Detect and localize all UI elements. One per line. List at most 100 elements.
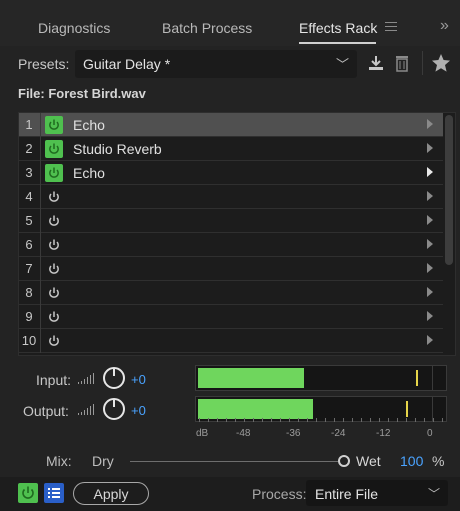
rack-slot[interactable]: 3 Echo (19, 161, 443, 185)
slot-power-button[interactable] (45, 236, 63, 254)
rack-slot[interactable]: 8 (19, 281, 443, 305)
output-gain-knob[interactable] (102, 397, 126, 424)
slot-power-button[interactable] (45, 116, 63, 134)
scale-tick (226, 418, 227, 422)
slot-divider (40, 329, 41, 353)
slot-power-button[interactable] (45, 332, 63, 350)
favorite-star-icon[interactable] (431, 53, 451, 76)
slot-expand-arrow-icon[interactable] (427, 143, 433, 153)
slot-power-button[interactable] (45, 260, 63, 278)
rack-slot[interactable]: 5 (19, 209, 443, 233)
scale-tick (379, 418, 380, 422)
output-level-bars-icon (77, 401, 99, 420)
output-gain-value[interactable]: +0 (131, 403, 146, 418)
slot-number: 10 (21, 333, 37, 348)
scale-tick (352, 418, 353, 422)
mix-slider-handle[interactable] (338, 455, 350, 467)
mix-dry-label: Dry (92, 453, 114, 469)
slot-divider (40, 305, 41, 329)
tab-diagnostics[interactable]: Diagnostics (38, 20, 110, 36)
slot-divider (40, 257, 41, 281)
rack-slot[interactable]: 7 (19, 257, 443, 281)
slot-expand-arrow-icon[interactable] (427, 167, 433, 177)
rack-slot[interactable]: 2 Studio Reverb (19, 137, 443, 161)
slot-expand-arrow-icon[interactable] (427, 263, 433, 273)
output-label: Output: (23, 403, 69, 419)
presets-label: Presets: (18, 56, 70, 72)
effects-rack-list: 1 Echo 2 Studio Reverb 3 Echo 4 5 6 7 8 9 10 (18, 112, 456, 356)
scale-tick (217, 418, 218, 422)
tab-batch-process[interactable]: Batch Process (162, 20, 252, 36)
scale-tick (307, 418, 308, 422)
slot-expand-arrow-icon[interactable] (427, 215, 433, 225)
chevron-down-icon: ﹀ (335, 57, 349, 72)
slot-expand-arrow-icon[interactable] (427, 239, 433, 249)
scale-label-minus36: -36 (286, 428, 301, 439)
input-peak-indicator (416, 370, 418, 386)
tab-overflow-icon[interactable]: » (440, 17, 449, 35)
process-value: Entire File (315, 486, 379, 502)
slot-number: 7 (25, 261, 33, 276)
slot-expand-arrow-icon[interactable] (427, 335, 433, 345)
slot-divider (40, 113, 41, 137)
power-icon (49, 215, 59, 226)
rack-slot[interactable]: 4 (19, 185, 443, 209)
rack-slot[interactable]: 10 (19, 329, 443, 353)
output-meter (195, 396, 447, 422)
file-name: File: Forest Bird.wav (18, 86, 146, 101)
presets-dropdown[interactable]: Guitar Delay * ﹀ (75, 50, 357, 78)
slot-power-button[interactable] (45, 212, 63, 230)
tab-effects-rack[interactable]: Effects Rack (299, 20, 377, 36)
output-peak-indicator (406, 401, 408, 417)
rack-scrollbar[interactable] (445, 115, 453, 265)
mix-percent-value[interactable]: 100 (400, 453, 423, 469)
master-power-button[interactable] (18, 483, 38, 503)
rack-slot[interactable]: 9 (19, 305, 443, 329)
scale-label-minus48: -48 (236, 428, 251, 439)
scale-tick (406, 418, 407, 422)
rack-slot[interactable]: 1 Echo (19, 113, 443, 137)
slot-divider (40, 161, 41, 185)
footer-bar: Apply Process: Entire File ﹀ (0, 477, 460, 511)
output-meter-fill (198, 399, 313, 419)
input-label: Input: (36, 372, 72, 388)
presets-value: Guitar Delay * (83, 56, 171, 72)
power-icon (49, 191, 59, 202)
list-icon (48, 488, 60, 498)
slot-power-button[interactable] (45, 284, 63, 302)
slot-power-button[interactable] (45, 188, 63, 206)
input-level-bars-icon (77, 370, 99, 389)
process-dropdown[interactable]: Entire File ﹀ (306, 480, 448, 506)
scale-tick (235, 418, 236, 422)
input-gain-value[interactable]: +0 (131, 372, 146, 387)
slot-effect-name: Echo (73, 165, 105, 181)
scale-tick (244, 418, 245, 422)
mix-slider-track[interactable] (130, 461, 338, 462)
slot-expand-arrow-icon[interactable] (427, 287, 433, 297)
slot-number: 3 (25, 165, 33, 180)
scale-tick (433, 418, 434, 422)
chevron-down-icon: ﹀ (427, 487, 440, 501)
input-gain-knob[interactable] (102, 366, 126, 393)
panel-menu-icon[interactable] (385, 22, 397, 32)
slot-power-button[interactable] (45, 164, 63, 182)
slot-expand-arrow-icon[interactable] (427, 311, 433, 321)
scale-tick (424, 418, 425, 422)
slot-power-button[interactable] (45, 140, 63, 158)
input-meter (195, 365, 447, 391)
power-icon (49, 335, 59, 346)
slot-number: 9 (25, 309, 33, 324)
slot-divider (40, 185, 41, 209)
slot-expand-arrow-icon[interactable] (427, 119, 433, 129)
power-icon (22, 486, 34, 499)
rack-slot[interactable]: 6 (19, 233, 443, 257)
delete-preset-icon[interactable] (394, 53, 410, 76)
list-view-button[interactable] (44, 483, 64, 503)
save-preset-icon[interactable] (367, 54, 385, 75)
slot-power-button[interactable] (45, 308, 63, 326)
scale-tick (370, 418, 371, 422)
apply-button[interactable]: Apply (73, 482, 149, 505)
scale-label-minus12: -12 (376, 428, 391, 439)
slot-expand-arrow-icon[interactable] (427, 191, 433, 201)
power-icon (49, 143, 59, 154)
